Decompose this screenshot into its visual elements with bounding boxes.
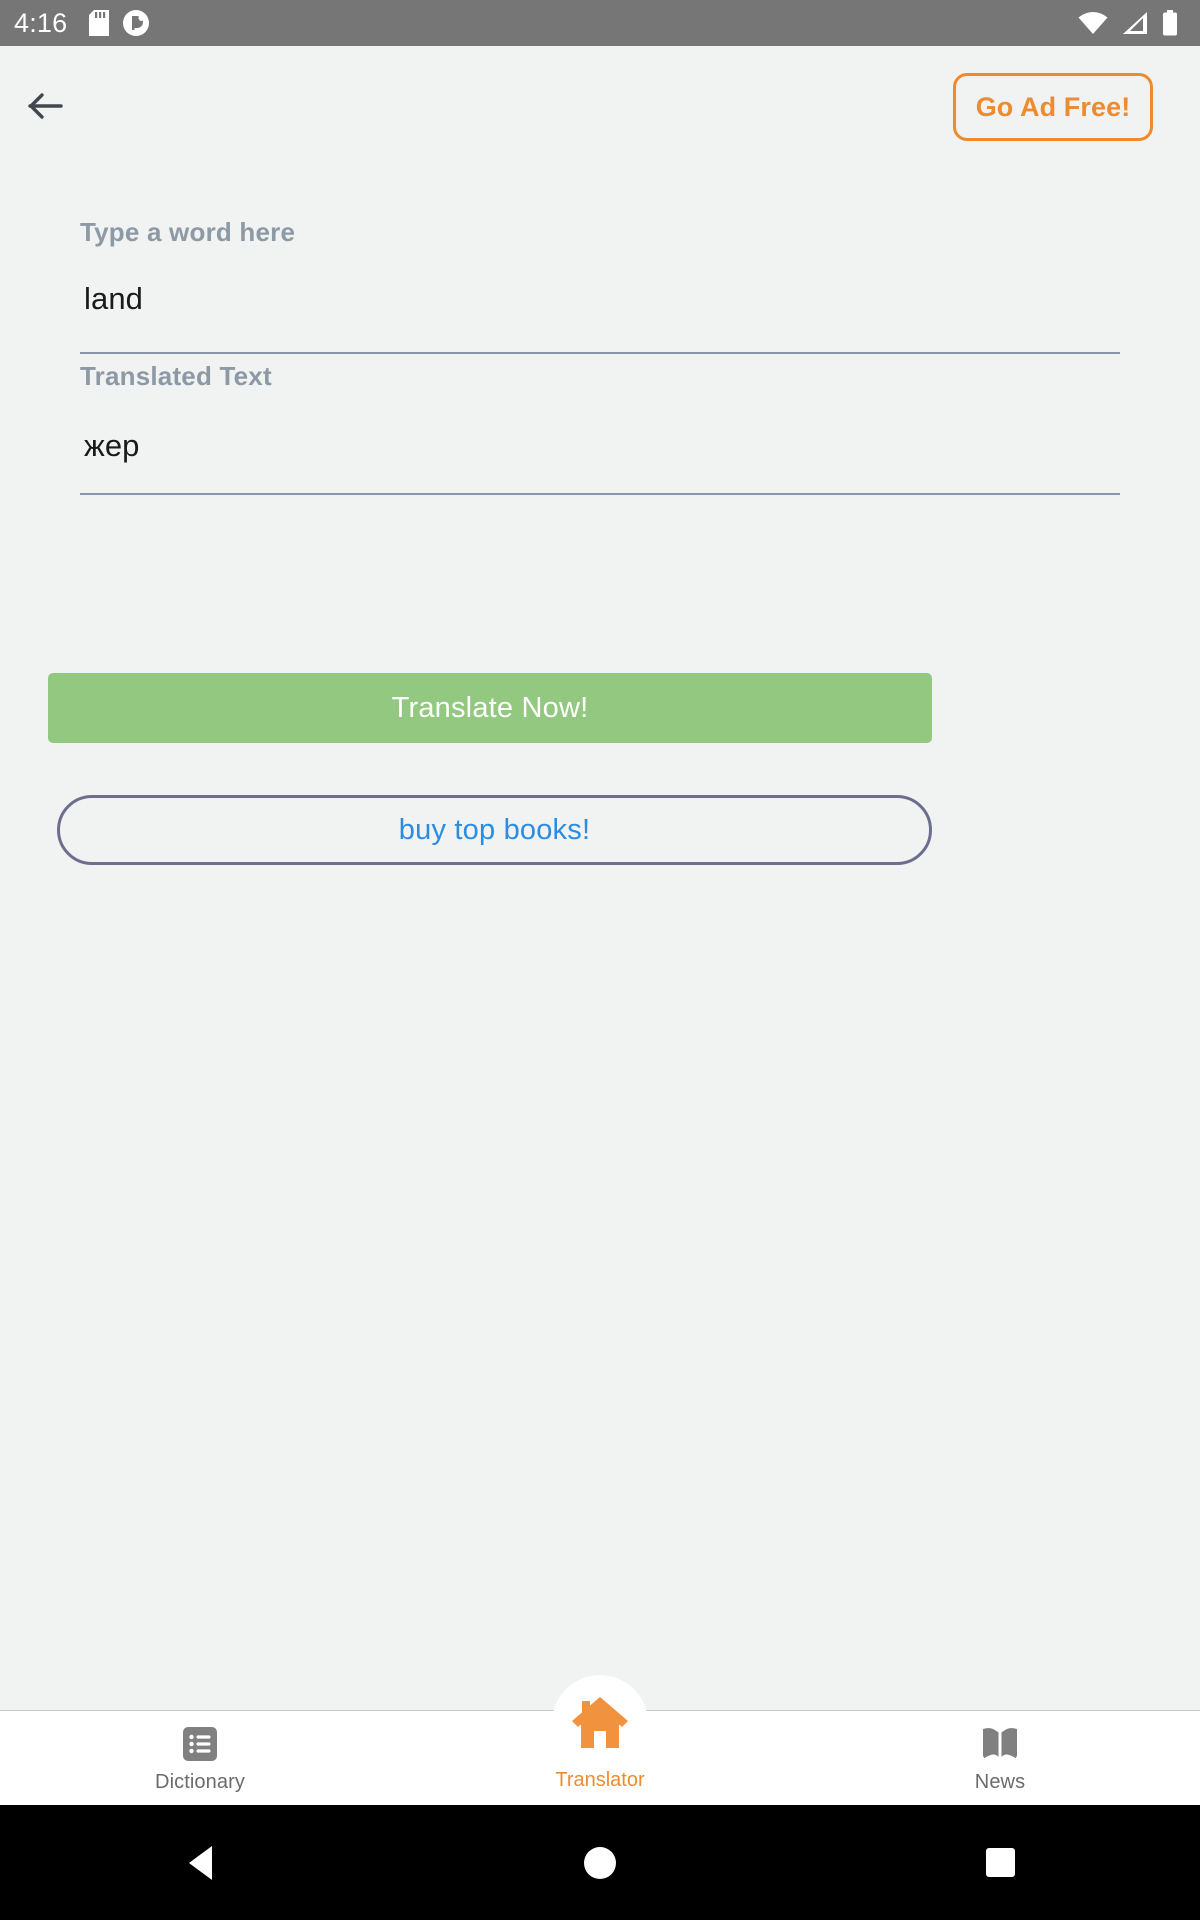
app-screen: 4:16 Go Ad Free! Type a word here land T… <box>0 0 1200 1920</box>
go-ad-free-button[interactable]: Go Ad Free! <box>953 73 1153 141</box>
back-button[interactable] <box>14 74 78 138</box>
battery-icon <box>1162 10 1178 36</box>
android-recents-button[interactable] <box>940 1805 1060 1920</box>
back-triangle-icon <box>188 1845 212 1880</box>
cellular-signal-icon <box>1121 11 1149 35</box>
source-word-input[interactable]: land <box>0 281 143 317</box>
status-bar: 4:16 <box>0 0 1200 46</box>
status-bar-right-icons <box>1078 10 1186 36</box>
translated-text-input[interactable]: жер <box>0 428 140 464</box>
nav-tab-translator[interactable]: Translator <box>480 1675 720 1805</box>
nav-tab-news[interactable]: News <box>800 1711 1200 1806</box>
list-icon <box>182 1723 218 1765</box>
target-field-underline <box>80 493 1120 495</box>
nav-tab-translator-label: Translator <box>555 1769 645 1791</box>
home-icon <box>569 1693 631 1751</box>
app-notification-icon <box>123 10 150 36</box>
android-home-button[interactable] <box>540 1805 660 1920</box>
sd-card-icon <box>89 10 110 36</box>
open-book-icon <box>980 1723 1020 1765</box>
source-field-underline <box>80 352 1120 354</box>
nav-tab-dictionary-label: Dictionary <box>155 1771 245 1793</box>
home-circle-icon <box>584 1846 616 1879</box>
android-back-button[interactable] <box>140 1805 260 1920</box>
recents-square-icon <box>985 1848 1015 1877</box>
translate-now-label: Translate Now! <box>391 691 589 724</box>
go-ad-free-label: Go Ad Free! <box>975 91 1131 122</box>
buy-top-books-button[interactable]: buy top books! <box>57 795 932 865</box>
android-navigation-bar <box>0 1805 1200 1920</box>
back-arrow-icon <box>28 91 64 121</box>
status-bar-left-icons <box>89 10 150 36</box>
translate-now-button[interactable]: Translate Now! <box>48 673 932 743</box>
wifi-icon <box>1078 11 1108 35</box>
source-field-label: Type a word here <box>80 217 296 247</box>
status-bar-clock: 4:16 <box>14 7 68 38</box>
target-field-label: Translated Text <box>80 361 272 391</box>
nav-tab-dictionary[interactable]: Dictionary <box>0 1711 400 1806</box>
buy-top-books-label: buy top books! <box>398 813 591 846</box>
app-header: Go Ad Free! <box>0 46 1200 166</box>
nav-tab-news-label: News <box>974 1771 1026 1793</box>
